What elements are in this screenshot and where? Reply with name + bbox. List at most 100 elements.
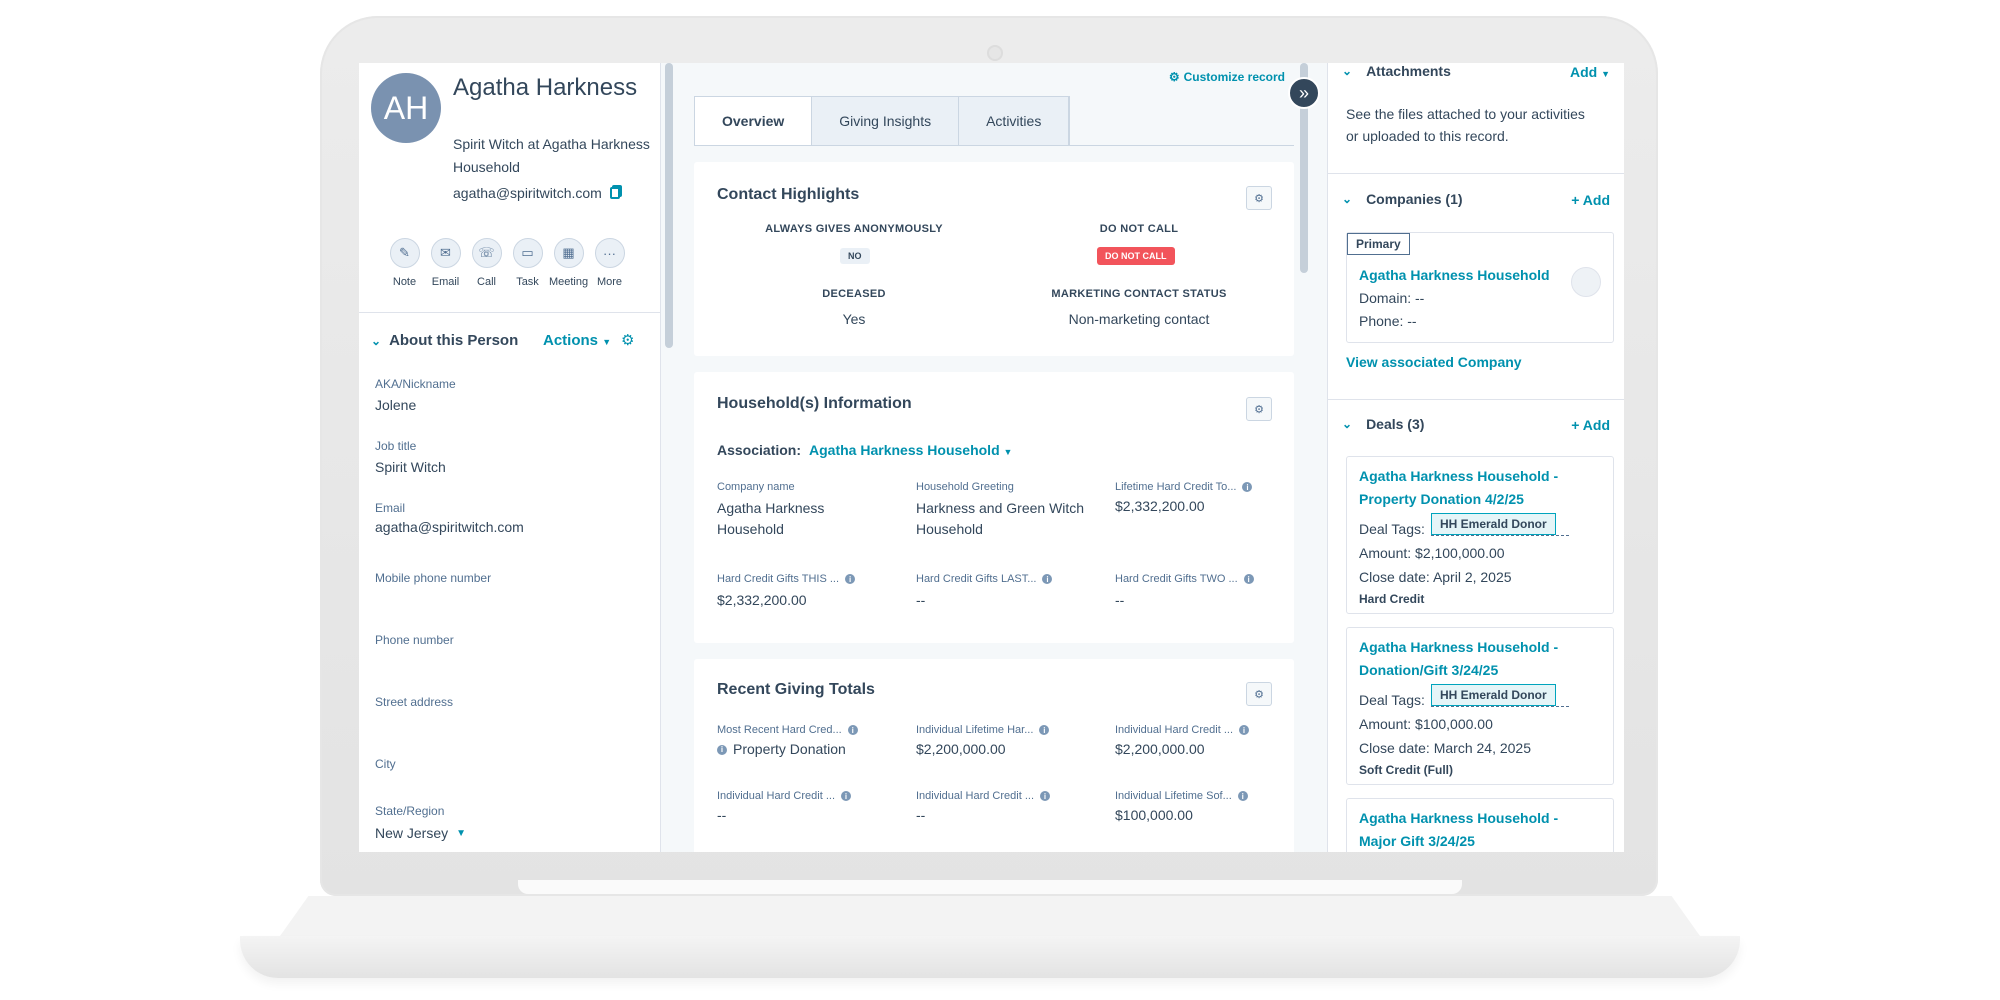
view-associated-company-link[interactable]: View associated Company [1346,354,1522,370]
gear-icon: ⚙ [1168,70,1180,84]
gear-icon[interactable]: ⚙ [1246,397,1272,421]
divider [1328,399,1624,400]
tab-giving-insights[interactable]: Giving Insights [812,97,960,145]
household-card: Household(s) Information ⚙ Association: … [694,372,1294,643]
status-badge: DO NOT CALL [1097,247,1175,265]
info-icon[interactable]: i [1243,574,1254,584]
section-title: Deals (3) [1366,416,1425,432]
add-company-button[interactable]: + Add [1571,192,1610,208]
prop-value: -- [1115,592,1125,608]
calendar-icon[interactable]: ▦ [553,238,584,268]
info-icon[interactable]: i [1042,574,1053,584]
deal-name-link[interactable]: Agatha Harkness Household - Major Gift 3… [1359,807,1589,852]
prop-label-text: Company name [717,481,795,493]
prop-label: Individual Hard Credit ... i [717,790,851,802]
note-icon[interactable]: ✎ [389,238,420,268]
prop-label-text: Individual Hard Credit ... [916,790,1034,802]
prop-label-text: Hard Credit Gifts LAST... [916,573,1037,585]
chevron-down-icon[interactable]: ⌄ [1342,64,1352,78]
state-select[interactable]: New Jersey ▼ [375,825,466,841]
deal-tags-label: Deal Tags: [1359,521,1425,537]
divider [359,312,660,313]
prop-value: $2,200,000.00 [916,741,1006,757]
section-title: Attachments [1366,63,1451,79]
right-sidebar: ⌄ Attachments Add ▼ See the files attach… [1327,63,1624,852]
customize-record-link[interactable]: ⚙ Customize record [1169,70,1285,84]
deal-tag: HH Emerald Donor [1431,513,1556,535]
expand-sidebar-icon[interactable]: » [1288,77,1320,109]
prop-label-text: Individual Lifetime Har... [916,724,1034,736]
deal-credit: Soft Credit (Full) [1359,763,1453,777]
actions-label: Actions [543,332,599,349]
recent-giving-card: Recent Giving Totals ⚙ Most Recent Hard … [694,659,1294,852]
deals-header[interactable]: ⌄ Deals (3) [1342,416,1424,432]
actions-dropdown[interactable]: Actions ▼ [543,332,611,349]
info-icon[interactable]: i [841,791,851,801]
company-name-link[interactable]: Agatha Harkness Household [1359,264,1589,287]
field-value[interactable]: agatha@spiritwitch.com [375,519,524,535]
info-icon[interactable]: i [1040,791,1050,801]
field-value[interactable]: Spirit Witch [375,459,446,475]
email-icon[interactable]: ✉ [430,238,461,268]
more-label: More [596,276,623,288]
about-title: About this Person [389,332,519,349]
prop-label: Most Recent Hard Cred... i [717,724,858,736]
field-label: City [375,757,396,771]
card-title: Household(s) Information [717,395,912,412]
more-icon[interactable]: ··· [594,238,625,268]
info-icon[interactable]: i [1039,725,1050,735]
deal-tag-underline [1431,535,1569,536]
highlight-value: Non-marketing contact [1068,311,1210,327]
info-icon[interactable]: i [845,574,856,584]
left-scrollbar[interactable] [665,63,673,348]
call-action[interactable]: ☏ Call [471,238,502,288]
deal-card: Agatha Harkness Household - Donation/Gif… [1346,627,1614,785]
more-action[interactable]: ··· More [594,238,625,288]
deal-tags-label: Deal Tags: [1359,692,1425,708]
info-icon[interactable]: i [847,725,858,735]
tab-overview[interactable]: Overview [695,97,813,145]
gear-icon[interactable]: ⚙ [621,331,634,349]
add-attachment-button[interactable]: Add ▼ [1570,64,1610,80]
task-action[interactable]: ▭ Task [512,238,543,288]
note-action[interactable]: ✎ Note [389,238,420,288]
chevron-down-icon[interactable]: ⌄ [1342,417,1352,431]
prop-value-text: Property Donation [733,741,846,757]
companies-header[interactable]: ⌄ Companies (1) [1342,191,1463,207]
prop-value: $2,332,200.00 [717,592,807,608]
association-label: Association: [717,442,802,458]
email-label: Email [431,276,460,288]
prop-label: Hard Credit Gifts TWO ... i [1115,573,1254,585]
chevron-down-icon[interactable]: ⌄ [371,334,381,348]
info-icon[interactable]: i [1237,791,1248,801]
info-icon[interactable]: i [717,744,727,755]
caret-down-icon: ▼ [602,337,612,347]
association-dropdown[interactable]: Agatha Harkness Household ▼ [809,442,1012,458]
email-action[interactable]: ✉ Email [430,238,461,288]
field-value[interactable]: Jolene [375,397,416,413]
highlight-label: Always gives anonymously [765,223,943,235]
gear-icon[interactable]: ⚙ [1246,186,1272,210]
company-logo-icon [1571,267,1601,297]
note-label: Note [392,276,417,288]
field-label: AKA/Nickname [375,377,456,391]
attachments-header[interactable]: ⌄ Attachments [1342,63,1451,79]
deal-name-link[interactable]: Agatha Harkness Household - Donation/Gif… [1359,636,1589,682]
copy-icon[interactable] [609,187,620,199]
field-label: Email [375,501,406,515]
quick-actions: ✎ Note ✉ Email ☏ Call ▭ Task ▦ Meeting ·… [389,238,625,288]
info-icon[interactable]: i [1239,725,1249,735]
prop-label: Individual Lifetime Har... i [916,724,1050,736]
add-deal-button[interactable]: + Add [1571,417,1610,433]
task-icon[interactable]: ▭ [512,238,543,268]
chevron-down-icon[interactable]: ⌄ [1342,192,1352,206]
deal-name-link[interactable]: Agatha Harkness Household - Property Don… [1359,465,1589,511]
info-icon[interactable]: i [1242,482,1253,492]
meeting-action[interactable]: ▦ Meeting [549,238,588,288]
about-section-header[interactable]: ⌄ About this Person [371,332,518,349]
phone-icon[interactable]: ☏ [471,238,502,268]
tab-activities[interactable]: Activities [959,97,1070,145]
state-value: New Jersey [375,825,449,841]
gear-icon[interactable]: ⚙ [1246,682,1272,706]
camera [987,45,1003,61]
